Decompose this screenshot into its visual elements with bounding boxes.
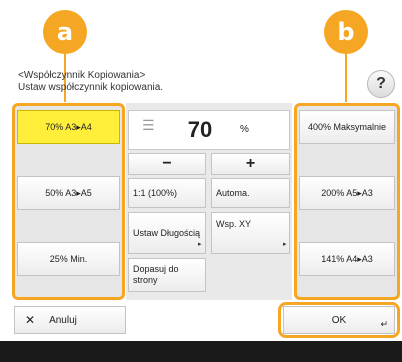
help-button[interactable]: ? [367,70,395,98]
preset-panel-enlarge: 400% Maksymalnie 200% A5▸A3 141% A4▸A3 [294,103,400,300]
zoom-ratio-icon: ☰ [142,117,155,133]
set-by-length-button[interactable]: Ustaw Długością [128,212,206,254]
cancel-icon: ✕ [25,313,36,327]
title-line-2: Ustaw współczynnik kopiowania. [18,82,164,93]
page-title: <Współczynnik Kopiowania> Ustaw współczy… [18,70,163,94]
zoom-value: 70 [187,117,213,142]
set-by-length-arrow-icon: ▸ [198,241,202,248]
set-by-length-label: Ustaw Długością [133,227,201,238]
preset-25-min-button[interactable]: 25% Min. [17,242,120,276]
cancel-button[interactable]: ✕ Anuluj [14,306,126,334]
xy-ratio-label: Wsp. XY [216,219,252,229]
ok-button[interactable]: OK ↵ [283,306,395,334]
preset-panel-reduce: 70% A3▸A4 50% A3▸A5 25% Min. [12,103,125,300]
auto-ratio-button[interactable]: Automa. [211,178,290,208]
status-bar [0,341,402,362]
zoom-minus-button[interactable]: − [128,153,206,175]
ok-label: OK [331,314,347,326]
callout-b: b [324,10,368,54]
preset-141-a4-a3-button[interactable]: 141% A4▸A3 [299,242,395,276]
preset-50-a3-a5-button[interactable]: 50% A3▸A5 [17,176,120,210]
fit-to-page-button[interactable]: Dopasuj do strony [128,258,206,292]
callout-a: a [43,10,87,54]
zoom-plus-button[interactable]: + [211,153,290,175]
fit-to-page-label: Dopasuj do strony [133,264,179,285]
ratio-100-button[interactable]: 1:1 (100%) [128,178,206,208]
preset-70-a3-a4-button[interactable]: 70% A3▸A4 [17,110,120,144]
cancel-label: Anuluj [49,314,77,326]
preset-400-max-button[interactable]: 400% Maksymalnie [299,110,395,144]
enter-icon: ↵ [380,319,388,329]
title-line-1: <Współczynnik Kopiowania> [18,70,146,81]
zoom-unit: % [240,124,249,135]
callout-b-stem [345,54,347,102]
preset-200-a5-a3-button[interactable]: 200% A5▸A3 [299,176,395,210]
xy-ratio-button[interactable]: Wsp. XY [211,212,290,254]
xy-ratio-arrow-icon: ▸ [283,241,287,248]
